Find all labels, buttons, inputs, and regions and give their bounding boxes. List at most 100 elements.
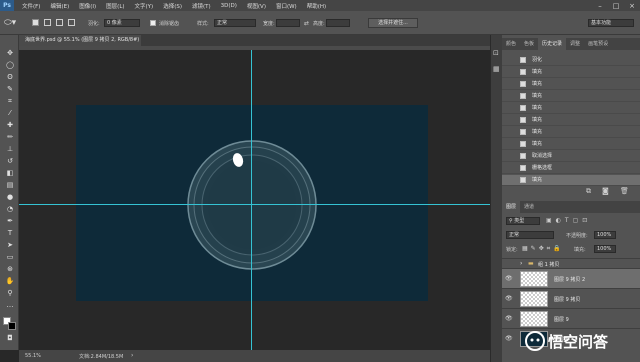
style-select[interactable]: 正常 (214, 19, 256, 27)
quick-selection-icon[interactable]: ✎ (5, 85, 15, 94)
select-and-mask-button[interactable]: 选择并遮住... (368, 18, 418, 28)
eye-icon[interactable]: 👁 (505, 295, 513, 302)
menu-window[interactable]: 窗口(W) (276, 2, 297, 10)
workspace-select[interactable]: 基本功能 (588, 19, 634, 27)
swap-icon[interactable]: ⇄ (304, 20, 309, 27)
pen-icon[interactable]: ✒ (5, 217, 15, 226)
gradient-icon[interactable]: ▤ (5, 181, 15, 190)
fill-input[interactable]: 100% (594, 245, 616, 253)
lasso-icon[interactable]: ʘ (5, 73, 15, 82)
wukong-logo-icon (525, 331, 545, 351)
menu-layer[interactable]: 图层(L) (106, 2, 124, 10)
elliptical-marquee-icon[interactable]: ◯ (5, 61, 15, 70)
menu-help[interactable]: 帮助(H) (307, 2, 326, 10)
eraser-icon[interactable]: ◧ (5, 169, 15, 178)
menu-select[interactable]: 选择(S) (163, 2, 182, 10)
menu-filter[interactable]: 滤镜(T) (192, 2, 211, 10)
document-tab[interactable]: 海底世界.psd @ 55.1% (图层 9 拷贝 2, RGB/8#) * × (19, 35, 141, 54)
history-item[interactable]: 填充 (502, 127, 640, 138)
tab-adjustments[interactable]: 调整 (566, 38, 584, 50)
history-item[interactable]: 填充 (502, 79, 640, 90)
history-item[interactable]: 填充 (502, 139, 640, 150)
move-tool-icon[interactable]: ✥ (5, 49, 15, 58)
minimize-icon[interactable]: – (592, 0, 608, 11)
watermark: 悟空问答 (525, 328, 637, 354)
tab-swatches[interactable]: 色板 (520, 38, 538, 50)
maximize-icon[interactable]: □ (608, 0, 624, 11)
vertical-guide[interactable] (251, 50, 252, 350)
right-panels: 颜色 色板 历史记录 调整 画笔预设 羽化 填充 填充 填充 填充 填充 填充 … (502, 35, 640, 362)
opacity-input[interactable]: 100% (594, 231, 616, 239)
history-item[interactable]: 填充 (502, 67, 640, 78)
antialias-checkbox[interactable] (150, 20, 156, 26)
properties-panel-icon[interactable]: ▦ (493, 65, 500, 73)
history-item[interactable]: 填充 (502, 103, 640, 114)
tab-brush-presets[interactable]: 画笔预设 (584, 38, 612, 50)
chevron-right-icon[interactable]: › (520, 260, 522, 267)
new-selection-icon[interactable] (32, 19, 39, 26)
menu-view[interactable]: 视图(V) (247, 2, 266, 10)
menu-type[interactable]: 文字(Y) (135, 2, 154, 10)
layer-row-selected[interactable]: 👁 图层 9 拷贝 2 (502, 268, 640, 288)
path-selection-icon[interactable]: ➤ (5, 241, 15, 250)
layer-filter-icons[interactable]: ▣◐T▢⊡ (546, 217, 591, 224)
antialias-label: 消除锯齿 (159, 21, 180, 27)
menu-3d[interactable]: 3D(D) (221, 3, 237, 9)
height-input[interactable] (326, 19, 350, 27)
hand-tool-icon[interactable]: ✋ (5, 277, 15, 286)
marquee-tool-preset-icon[interactable]: ⬭▾ (4, 18, 16, 28)
tab-history[interactable]: 历史记录 (538, 38, 567, 50)
new-document-from-state-icon[interactable]: ⧉ (586, 187, 591, 196)
clone-stamp-icon[interactable]: ⊥ (5, 145, 15, 154)
eye-icon[interactable]: 👁 (505, 335, 513, 342)
crop-icon[interactable]: ⌗ (5, 97, 15, 106)
history-panel-icon[interactable]: ⊡ (493, 49, 499, 57)
eyedropper-icon[interactable]: ⁄ (5, 109, 15, 118)
tab-channels[interactable]: 通道 (520, 201, 538, 213)
history-item-current[interactable]: 填充 (502, 175, 640, 186)
layer-group-row[interactable]: › ▬ 组 1 拷贝 (502, 258, 640, 268)
layer-row[interactable]: 👁 图层 9 (502, 308, 640, 328)
status-arrow-icon[interactable]: › (131, 352, 133, 359)
close-icon[interactable]: × (624, 0, 640, 11)
history-item[interactable]: 填充 (502, 91, 640, 102)
subtract-selection-icon[interactable] (56, 19, 63, 26)
history-item[interactable]: 羽化 (502, 55, 640, 66)
brush-icon[interactable]: ✏ (5, 133, 15, 142)
tab-color[interactable]: 颜色 (502, 38, 520, 50)
zoom-tool-icon[interactable]: ⚲ (5, 289, 15, 298)
layer-row[interactable]: 👁 图层 9 拷贝 (502, 288, 640, 308)
eye-icon[interactable]: 👁 (505, 315, 513, 322)
history-step-icon (520, 129, 526, 135)
3d-rotate-icon[interactable]: ⊛ (5, 265, 15, 274)
snapshot-camera-icon[interactable]: ◙ (602, 187, 609, 195)
width-input[interactable] (276, 19, 300, 27)
layer-thumbnail (520, 311, 548, 327)
history-item[interactable]: 取消选择 (502, 151, 640, 162)
history-item[interactable]: 填充 (502, 115, 640, 126)
blur-icon[interactable]: ● (5, 193, 15, 202)
rectangle-tool-icon[interactable]: ▭ (5, 253, 15, 262)
intersect-selection-icon[interactable] (68, 19, 75, 26)
feather-input[interactable]: 0 像素 (104, 19, 140, 27)
add-selection-icon[interactable] (44, 19, 51, 26)
history-item[interactable]: 栅格选框 (502, 163, 640, 174)
menu-image[interactable]: 图像(I) (79, 2, 96, 10)
dodge-icon[interactable]: ◔ (5, 205, 15, 214)
healing-brush-icon[interactable]: ✚ (5, 121, 15, 130)
tab-layers[interactable]: 图层 (502, 201, 521, 213)
menu-file[interactable]: 文件(F) (22, 2, 40, 10)
menu-edit[interactable]: 编辑(E) (50, 2, 69, 10)
quick-mask-icon[interactable]: ◘ (5, 334, 15, 343)
history-brush-icon[interactable]: ↺ (5, 157, 15, 166)
background-color-swatch[interactable] (8, 322, 16, 330)
zoom-level[interactable]: 55.1% (25, 353, 41, 359)
layer-kind-filter[interactable]: ⚲ 类型 (506, 217, 540, 225)
type-tool-icon[interactable]: T (5, 229, 15, 238)
lock-icons[interactable]: ▦✎✥⌗🔒 (522, 245, 564, 253)
more-tools-icon[interactable]: … (5, 301, 15, 310)
blend-mode-select[interactable]: 正常 (506, 231, 554, 239)
eye-icon[interactable]: 👁 (505, 275, 513, 282)
horizontal-guide[interactable] (19, 204, 490, 205)
delete-state-icon[interactable]: 🗑 (620, 187, 629, 195)
